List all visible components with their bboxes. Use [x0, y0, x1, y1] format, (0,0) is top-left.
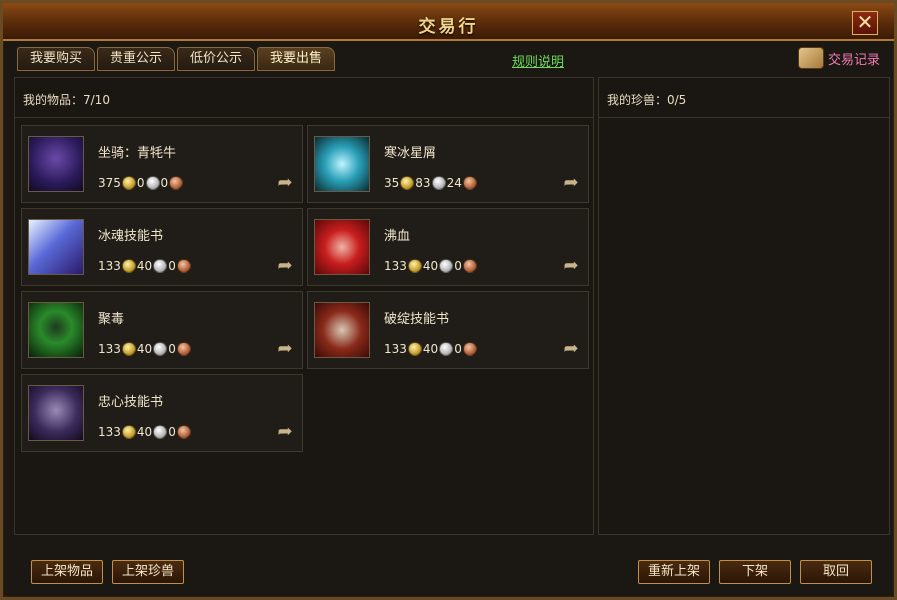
tab-sell[interactable]: 我要出售 [257, 47, 336, 71]
close-button[interactable]: ✕ [852, 11, 878, 35]
gold-coin-icon [121, 425, 136, 439]
share-arrow-icon[interactable]: ➦ [274, 423, 296, 441]
gold-coin-icon [407, 342, 422, 356]
item-card[interactable]: 忠心技能书 133 40 0 ➦ [21, 374, 303, 452]
copper-amount: 0 [168, 425, 176, 439]
frost-stardust-icon [314, 136, 370, 192]
scroll-icon [797, 47, 824, 69]
gold-amount: 133 [98, 425, 121, 439]
copper-amount: 0 [454, 342, 462, 356]
copper-coin-icon [462, 342, 477, 356]
copper-coin-icon [176, 425, 191, 439]
list-item-button[interactable]: 上架物品 [31, 560, 103, 584]
silver-coin-icon [431, 176, 446, 190]
item-name: 破绽技能书 [384, 312, 450, 327]
copper-coin-icon [462, 176, 477, 190]
trade-record-button[interactable]: 交易记录 [797, 47, 880, 69]
item-card[interactable]: 坐骑：青牦牛 375 0 0 ➦ [21, 125, 303, 203]
item-name: 聚毒 [98, 312, 125, 327]
gold-coin-icon [121, 176, 136, 190]
item-price: 133 40 0 [384, 259, 478, 273]
item-card[interactable]: 聚毒 133 40 0 ➦ [21, 291, 303, 369]
item-name: 寒冰星屑 [384, 146, 437, 161]
item-name: 沸血 [384, 229, 411, 244]
my-items-panel: 我的物品：7/10 坐骑：青牦牛 375 0 0 ➦ 寒冰星屑 35 83 24… [14, 77, 594, 535]
silver-coin-icon [439, 342, 454, 356]
gold-amount: 375 [98, 176, 121, 190]
copper-coin-icon [176, 259, 191, 273]
item-name: 冰魂技能书 [98, 229, 164, 244]
gold-amount: 133 [98, 259, 121, 273]
item-name: 忠心技能书 [98, 395, 164, 410]
tab-buy[interactable]: 我要购买 [17, 47, 96, 71]
copper-coin-icon [169, 176, 184, 190]
item-card[interactable]: 沸血 133 40 0 ➦ [307, 208, 589, 286]
gold-amount: 133 [98, 342, 121, 356]
copper-amount: 24 [446, 176, 462, 190]
item-card[interactable]: 冰魂技能书 133 40 0 ➦ [21, 208, 303, 286]
gold-coin-icon [407, 259, 422, 273]
silver-amount: 40 [136, 425, 153, 439]
silver-coin-icon [439, 259, 454, 273]
silver-amount: 0 [136, 176, 145, 190]
share-arrow-icon[interactable]: ➦ [560, 340, 582, 358]
copper-coin-icon [462, 259, 477, 273]
copper-amount: 0 [160, 176, 169, 190]
item-price: 375 0 0 [98, 176, 184, 190]
item-price: 35 83 24 [384, 176, 478, 190]
silver-amount: 40 [136, 259, 153, 273]
item-price: 133 40 0 [98, 425, 192, 439]
share-arrow-icon[interactable]: ➦ [560, 174, 582, 192]
title-bar[interactable]: 交易行 ✕ [3, 3, 894, 41]
flaw-skillbook-icon [314, 302, 370, 358]
trade-record-label: 交易记录 [827, 52, 880, 68]
window-title: 交易行 [418, 17, 479, 37]
share-arrow-icon[interactable]: ➦ [274, 257, 296, 275]
copper-amount: 0 [454, 259, 462, 273]
silver-coin-icon [153, 259, 168, 273]
copper-amount: 0 [168, 342, 176, 356]
gold-coin-icon [400, 176, 415, 190]
mount-bull-icon [28, 136, 84, 192]
item-name: 坐骑：青牦牛 [98, 146, 177, 161]
silver-coin-icon [153, 342, 168, 356]
tab-lowprice-notice[interactable]: 低价公示 [177, 47, 256, 71]
silver-amount: 83 [415, 176, 431, 190]
my-pets-panel: 我的珍兽：0/5 [598, 77, 890, 535]
gold-amount: 133 [384, 342, 407, 356]
relist-button[interactable]: 重新上架 [638, 560, 710, 584]
item-card[interactable]: 破绽技能书 133 40 0 ➦ [307, 291, 589, 369]
gold-coin-icon [121, 259, 136, 273]
tab-bar: 我要购买 贵重公示 低价公示 我要出售 [17, 47, 336, 71]
retrieve-button[interactable]: 取回 [800, 560, 872, 584]
silver-coin-icon [153, 425, 168, 439]
my-pets-header: 我的珍兽：0/5 [599, 78, 889, 118]
gather-poison-icon [28, 302, 84, 358]
list-pet-button[interactable]: 上架珍兽 [112, 560, 184, 584]
silver-amount: 40 [422, 259, 439, 273]
my-items-header: 我的物品：7/10 [15, 78, 593, 118]
share-arrow-icon[interactable]: ➦ [560, 257, 582, 275]
rules-link[interactable]: 规则说明 [512, 51, 564, 70]
silver-amount: 40 [136, 342, 153, 356]
item-price: 133 40 0 [98, 342, 192, 356]
tab-valuable-notice[interactable]: 贵重公示 [97, 47, 176, 71]
copper-amount: 0 [168, 259, 176, 273]
boiling-blood-icon [314, 219, 370, 275]
item-price: 133 40 0 [98, 259, 192, 273]
item-price: 133 40 0 [384, 342, 478, 356]
gold-amount: 35 [384, 176, 400, 190]
ice-soul-skillbook-icon [28, 219, 84, 275]
gold-amount: 133 [384, 259, 407, 273]
gold-coin-icon [121, 342, 136, 356]
delist-button[interactable]: 下架 [719, 560, 791, 584]
copper-coin-icon [176, 342, 191, 356]
share-arrow-icon[interactable]: ➦ [274, 174, 296, 192]
loyalty-skillbook-icon [28, 385, 84, 441]
item-card[interactable]: 寒冰星屑 35 83 24 ➦ [307, 125, 589, 203]
silver-coin-icon [145, 176, 160, 190]
silver-amount: 40 [422, 342, 439, 356]
share-arrow-icon[interactable]: ➦ [274, 340, 296, 358]
trade-house-window: 交易行 ✕ 我要购买 贵重公示 低价公示 我要出售 规则说明 交易记录 我的物品… [0, 0, 897, 600]
